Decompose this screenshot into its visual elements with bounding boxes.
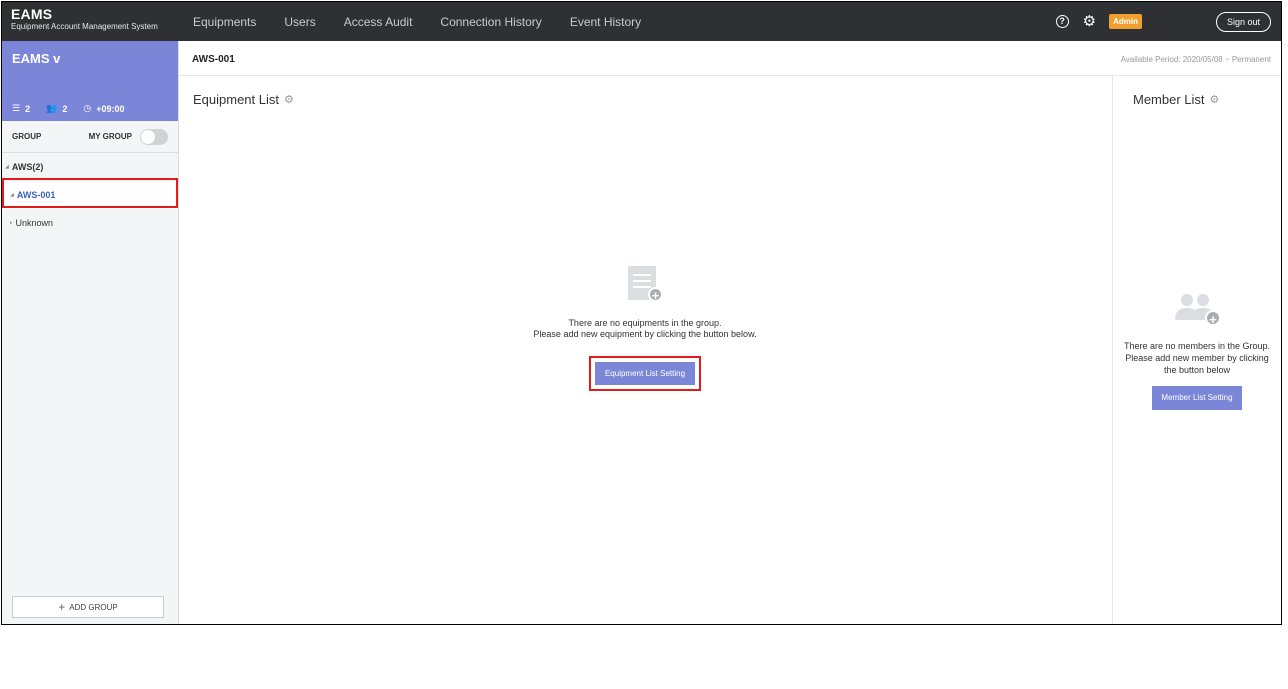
sidebar-header: EAMS v ☰ 2 👥 2 ◷ +09:00 bbox=[2, 41, 178, 121]
timezone-stat: ◷ +09:00 bbox=[83, 103, 124, 114]
group-filter-row: GROUP MY GROUP bbox=[2, 121, 178, 153]
app-window: EAMS Equipment Account Management System… bbox=[1, 1, 1282, 625]
nav-connection-history[interactable]: Connection History bbox=[440, 15, 541, 29]
sign-out-button[interactable]: Sign out bbox=[1215, 11, 1271, 32]
brand-name: EAMS bbox=[11, 6, 53, 22]
document-add-icon: + bbox=[626, 266, 664, 303]
group-count-stat: ☰ 2 bbox=[12, 103, 30, 114]
plus-circle-icon: + bbox=[1205, 310, 1221, 327]
equipment-list-panel: Equipment List ⚙ + There are no equipmen… bbox=[179, 76, 1111, 624]
timezone: +09:00 bbox=[96, 103, 125, 114]
main-content: AWS-001 Available Period: 2020/05/08 ~ P… bbox=[179, 41, 1281, 624]
user-count-stat: 👥 2 bbox=[46, 103, 67, 114]
group-label: GROUP bbox=[12, 132, 42, 141]
nav-event-history[interactable]: Event History bbox=[570, 15, 641, 29]
tree-item-label: Unknown bbox=[15, 218, 54, 228]
my-group-toggle[interactable] bbox=[140, 128, 168, 145]
member-empty-line3: the button below bbox=[1163, 365, 1231, 375]
tree-root-aws[interactable]: ◢ AWS(2) bbox=[2, 153, 178, 181]
sidebar-stats: ☰ 2 👥 2 ◷ +09:00 bbox=[12, 103, 140, 114]
brand[interactable]: EAMS Equipment Account Management System bbox=[11, 7, 158, 32]
clock-icon: ◷ bbox=[83, 103, 92, 113]
main-header: AWS-001 Available Period: 2020/05/08 ~ P… bbox=[179, 41, 1281, 76]
member-list-panel: Member List ⚙ + There are no members in … bbox=[1112, 76, 1281, 624]
add-group-label: ADD GROUP bbox=[69, 602, 118, 612]
plus-icon: + bbox=[58, 600, 66, 614]
member-settings-gear-icon[interactable]: ⚙ bbox=[1210, 93, 1220, 106]
nav-equipments[interactable]: Equipments bbox=[193, 15, 256, 29]
people-add-icon: + bbox=[1171, 292, 1223, 327]
admin-badge: Admin bbox=[1109, 14, 1142, 29]
member-empty-line1: There are no members in the Group. bbox=[1123, 341, 1271, 351]
breadcrumb: AWS-001 bbox=[192, 54, 235, 65]
available-period: Available Period: 2020/05/08 ~ Permanent bbox=[1120, 55, 1271, 64]
sidebar-title[interactable]: EAMS v bbox=[12, 51, 60, 66]
member-list-setting-button[interactable]: Member List Setting bbox=[1152, 386, 1242, 410]
tree-root-label: AWS(2) bbox=[11, 162, 44, 172]
equipment-empty-line2: Please add new equipment by clicking the… bbox=[533, 329, 757, 339]
group-count: 2 bbox=[25, 103, 31, 114]
main-nav: Equipments Users Access Audit Connection… bbox=[193, 2, 669, 41]
my-group-label: MY GROUP bbox=[88, 132, 132, 141]
nav-access-audit[interactable]: Access Audit bbox=[344, 15, 413, 29]
sidebar: EAMS v ☰ 2 👥 2 ◷ +09:00 GROUP MY GROUP ◢… bbox=[2, 41, 179, 624]
highlight-box-aws-001 bbox=[2, 178, 178, 208]
person-head bbox=[1181, 294, 1193, 306]
tree-item-unknown[interactable]: ▸ Unknown bbox=[2, 209, 178, 237]
expand-triangle-icon: ◢ bbox=[5, 164, 9, 170]
collapse-triangle-icon: ▸ bbox=[10, 220, 13, 226]
equipment-empty-state: + There are no equipments in the group. … bbox=[179, 266, 1111, 391]
users-icon: 👥 bbox=[46, 103, 58, 113]
equipment-settings-gear-icon[interactable]: ⚙ bbox=[284, 93, 294, 106]
member-empty-line2: Please add new member by clicking bbox=[1125, 353, 1269, 363]
settings-gear-icon[interactable]: ⚙ bbox=[1083, 14, 1096, 29]
user-count: 2 bbox=[62, 103, 68, 114]
help-icon[interactable]: ? bbox=[1055, 15, 1069, 28]
equipment-list-title: Equipment List bbox=[193, 92, 279, 107]
top-navigation-bar: EAMS Equipment Account Management System… bbox=[2, 2, 1281, 41]
equipment-empty-line1: There are no equipments in the group. bbox=[568, 318, 722, 328]
member-list-heading: Member List ⚙ bbox=[1133, 92, 1219, 107]
member-empty-state: + There are no members in the Group. Ple… bbox=[1113, 292, 1281, 410]
person-head bbox=[1197, 294, 1209, 306]
add-group-button[interactable]: + ADD GROUP bbox=[12, 596, 164, 618]
nav-users[interactable]: Users bbox=[284, 15, 315, 29]
highlight-box-equipment-button: Equipment List Setting bbox=[588, 356, 702, 391]
plus-circle-icon: + bbox=[648, 287, 663, 303]
list-icon: ☰ bbox=[12, 103, 21, 113]
equipment-list-setting-button[interactable]: Equipment List Setting bbox=[594, 362, 696, 385]
brand-subtitle: Equipment Account Management System bbox=[11, 22, 158, 31]
equipment-list-heading: Equipment List ⚙ bbox=[193, 92, 294, 107]
top-right-controls: ? ⚙ Admin Sign out bbox=[1055, 2, 1271, 41]
member-list-title: Member List bbox=[1133, 92, 1205, 107]
